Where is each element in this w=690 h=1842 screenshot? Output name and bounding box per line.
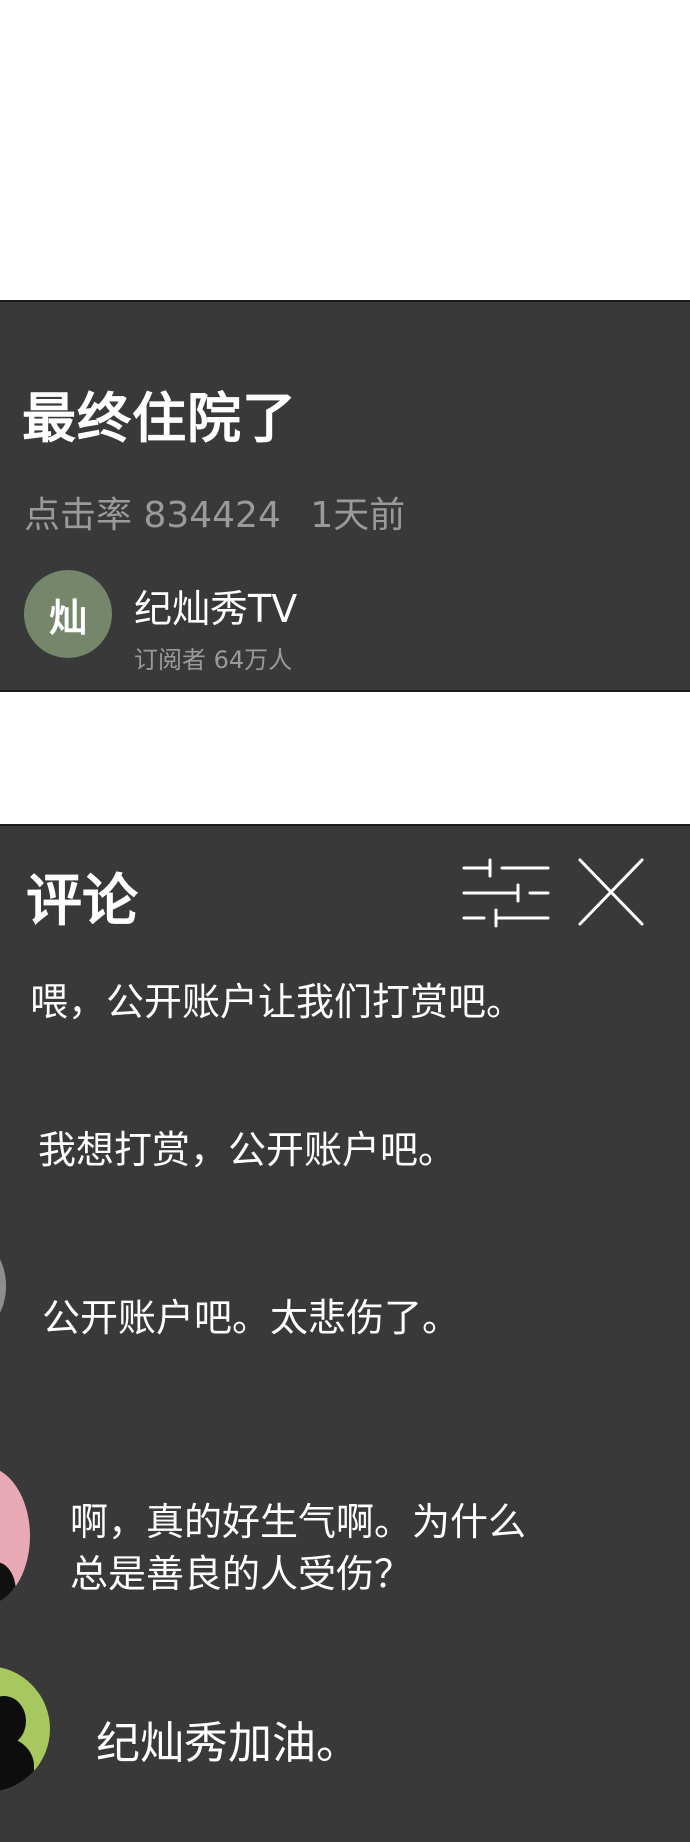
comments-title: 评论 [26,869,138,934]
video-info-panel: 最终住院了 点击率 834424 1天前 灿 纪灿秀TV 订阅者 64万人 [0,300,690,692]
comment-line: 啊，真的好生气啊。为什么 [70,1500,527,1544]
avatar[interactable] [0,1240,6,1332]
comments-panel: 评论 喂，公开账户让我们打赏吧。 我想打赏，公开账户吧。 公开账户吧。太悲伤了。… [0,824,690,1842]
comment-text: 我想打赏，公开账户吧。 [38,1128,457,1172]
top-blank-area [0,0,690,300]
video-title: 最终住院了 [22,387,297,450]
comment-text: 纪灿秀加油。 [96,1718,360,1769]
channel-avatar[interactable]: 灿 [24,570,112,658]
comment-line: 总是善良的人受伤？ [70,1552,413,1596]
view-count: 点击率 834424 [24,495,281,536]
middle-blank-area [0,694,690,824]
avatar[interactable] [0,1666,50,1792]
channel-name[interactable]: 纪灿秀TV [134,578,297,633]
sliders-icon[interactable] [462,858,550,928]
comment-text: 公开账户吧。太悲伤了。 [42,1296,461,1340]
comment-text: 啊，真的好生气啊。为什么 总是善良的人受伤？ [70,1496,526,1600]
video-meta: 点击率 834424 1天前 [24,486,423,538]
comment-text: 喂，公开账户让我们打赏吧。 [30,980,525,1024]
close-icon[interactable] [576,856,646,928]
upload-time: 1天前 [310,495,406,536]
page: 最终住院了 点击率 834424 1天前 灿 纪灿秀TV 订阅者 64万人 评论 [0,0,690,1842]
subscriber-count: 订阅者 64万人 [134,646,293,674]
avatar[interactable] [0,1466,30,1606]
